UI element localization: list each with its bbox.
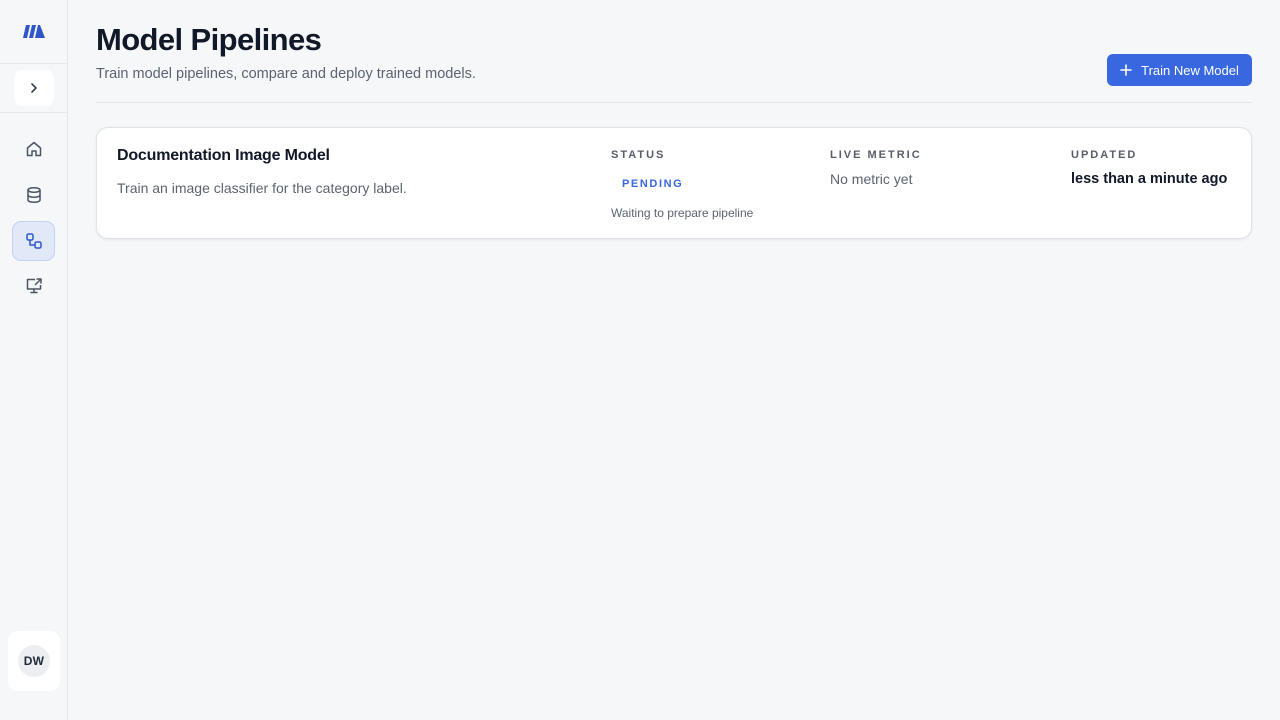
brand-logo[interactable]: [0, 0, 67, 64]
brand-logo-icon: [22, 24, 45, 38]
chevron-right-icon: [30, 83, 37, 93]
database-icon: [26, 186, 41, 204]
deploy-monitor-icon: [26, 278, 42, 294]
user-menu: DW: [8, 631, 60, 691]
page-title: Model Pipelines: [96, 22, 322, 57]
pipeline-name: Documentation Image Model: [117, 147, 330, 164]
nav-item-deployments[interactable]: [12, 266, 55, 306]
updated-value: less than a minute ago: [1071, 171, 1228, 187]
expand-sidebar-button[interactable]: [13, 70, 54, 106]
train-new-model-button[interactable]: Train New Model: [1107, 54, 1252, 86]
page-subtitle: Train model pipelines, compare and deplo…: [96, 66, 476, 82]
status-label: STATUS: [611, 149, 666, 161]
pipeline-icon: [25, 233, 42, 249]
live-metric-value: No metric yet: [830, 171, 913, 187]
status-note: Waiting to prepare pipeline: [611, 206, 754, 220]
train-new-model-label: Train New Model: [1141, 62, 1239, 78]
nav-item-home[interactable]: [12, 129, 55, 169]
pipeline-card[interactable]: Documentation Image Model Train an image…: [96, 127, 1252, 239]
sidebar: DW: [0, 0, 68, 720]
status-badge: PENDING: [622, 178, 684, 190]
live-metric-label: LIVE METRIC: [830, 149, 922, 161]
sidebar-toggle-area: [0, 64, 67, 113]
updated-label: UPDATED: [1071, 149, 1138, 161]
home-icon: [26, 141, 41, 157]
nav-item-model-pipelines[interactable]: [12, 221, 55, 261]
pipeline-description: Train an image classifier for the catego…: [117, 180, 407, 196]
plus-icon: [1120, 64, 1132, 76]
avatar[interactable]: DW: [18, 645, 50, 677]
header-divider: [96, 102, 1252, 103]
nav-item-datasets[interactable]: [12, 175, 55, 215]
